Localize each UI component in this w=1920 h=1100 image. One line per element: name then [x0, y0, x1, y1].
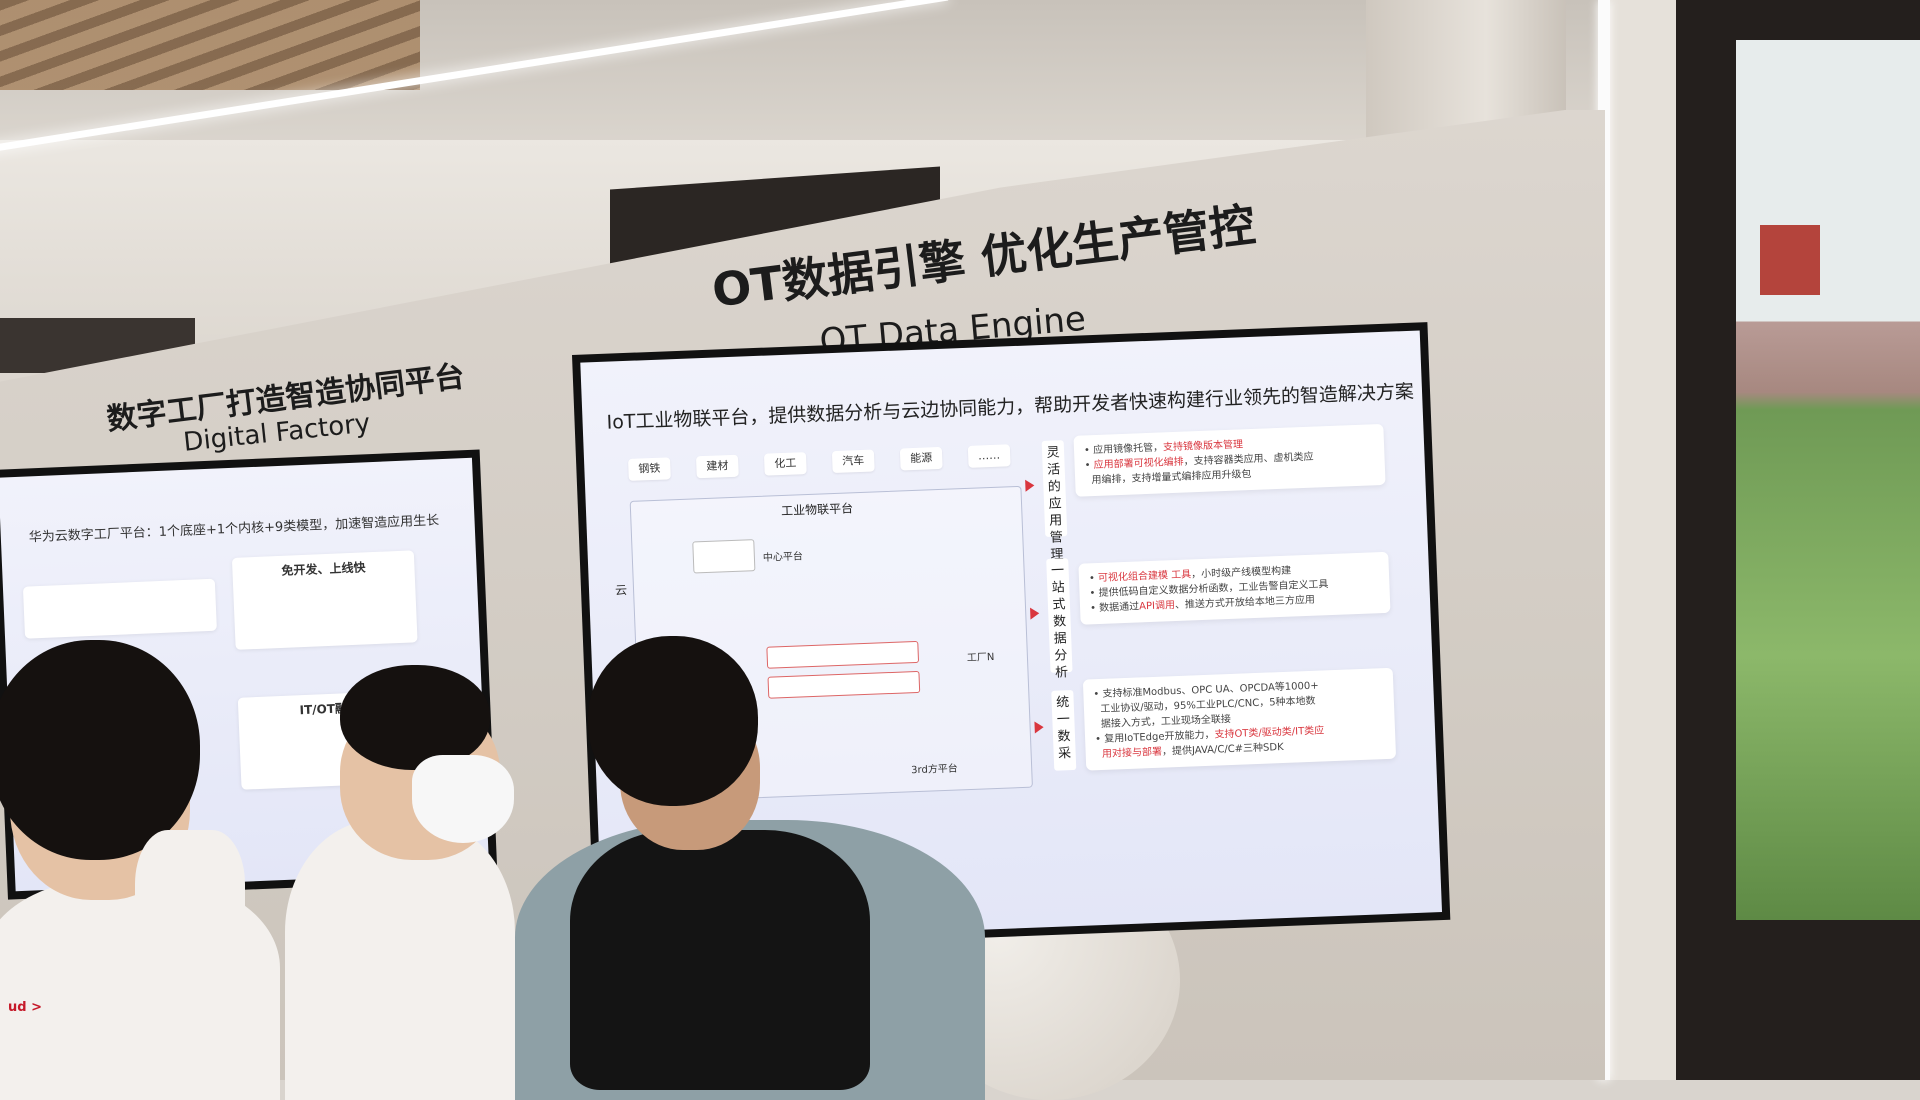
industry-tag: 汽车	[831, 449, 875, 474]
person-right-head	[588, 636, 758, 806]
data-analysis-box	[767, 670, 921, 699]
feature-card-data-analysis: • 可视化组合建模 工具，小时级产线模型构建 • 提供低码自定义数据分析函数，工…	[1078, 551, 1391, 625]
industry-tag: 建材	[695, 454, 739, 479]
section-label-app-mgmt: 灵活的应用管理	[1041, 440, 1068, 563]
red-arrow-icon	[1034, 721, 1044, 734]
left-card-generic	[22, 578, 217, 639]
right-screen-title: IoT工业物联平台，提供数据分析与云边协同能力，帮助开发者快速构建行业领先的智造…	[606, 380, 1415, 434]
left-screen-title: 华为云数字工厂平台：1个底座+1个内核+9类模型，加速智造应用生长	[28, 513, 440, 546]
badge-text: ud >	[8, 1000, 42, 1015]
cloud-label: 云	[614, 583, 628, 598]
factory-label: 工厂N	[966, 652, 995, 665]
section-label-data-analysis: 一站式数据分析	[1046, 558, 1073, 681]
section-label-data-collection: 统一数采	[1051, 690, 1077, 771]
right-wall	[1610, 0, 1680, 1080]
industry-tag: 钢铁	[628, 457, 671, 481]
backpack	[570, 830, 870, 1090]
industry-tag: ……	[967, 444, 1011, 468]
feature-card-data-collection: • 支持标准Modbus、OPC UA、OPCDA等1000+ 工业协议/驱动，…	[1082, 667, 1397, 771]
outdoor-view	[1736, 40, 1920, 920]
person-left-head	[0, 640, 200, 860]
data-dev-box	[766, 640, 920, 669]
left-card-fast-launch: 免开发、上线快	[231, 550, 418, 650]
red-arrow-icon	[1030, 607, 1040, 620]
third-party-label: 3rd方平台	[910, 763, 959, 777]
app-box	[692, 539, 756, 574]
person-back-shoulder	[135, 830, 245, 1010]
wood-slat-ceiling	[0, 0, 420, 90]
center-platform-label: 中心平台	[762, 551, 804, 564]
red-roof	[1760, 225, 1820, 295]
person-middle-body	[285, 820, 515, 1100]
red-arrow-icon	[1025, 479, 1035, 492]
industry-tag: 能源	[899, 446, 943, 471]
face-mask	[412, 755, 514, 843]
feature-card-app-mgmt: • 应用镜像托管，支持镜像版本管理 • 应用部署可视化编排，支持容器类应用、虚机…	[1073, 423, 1386, 497]
platform-label: 工业物联平台	[780, 501, 854, 519]
industry-tag: 化工	[763, 452, 807, 476]
